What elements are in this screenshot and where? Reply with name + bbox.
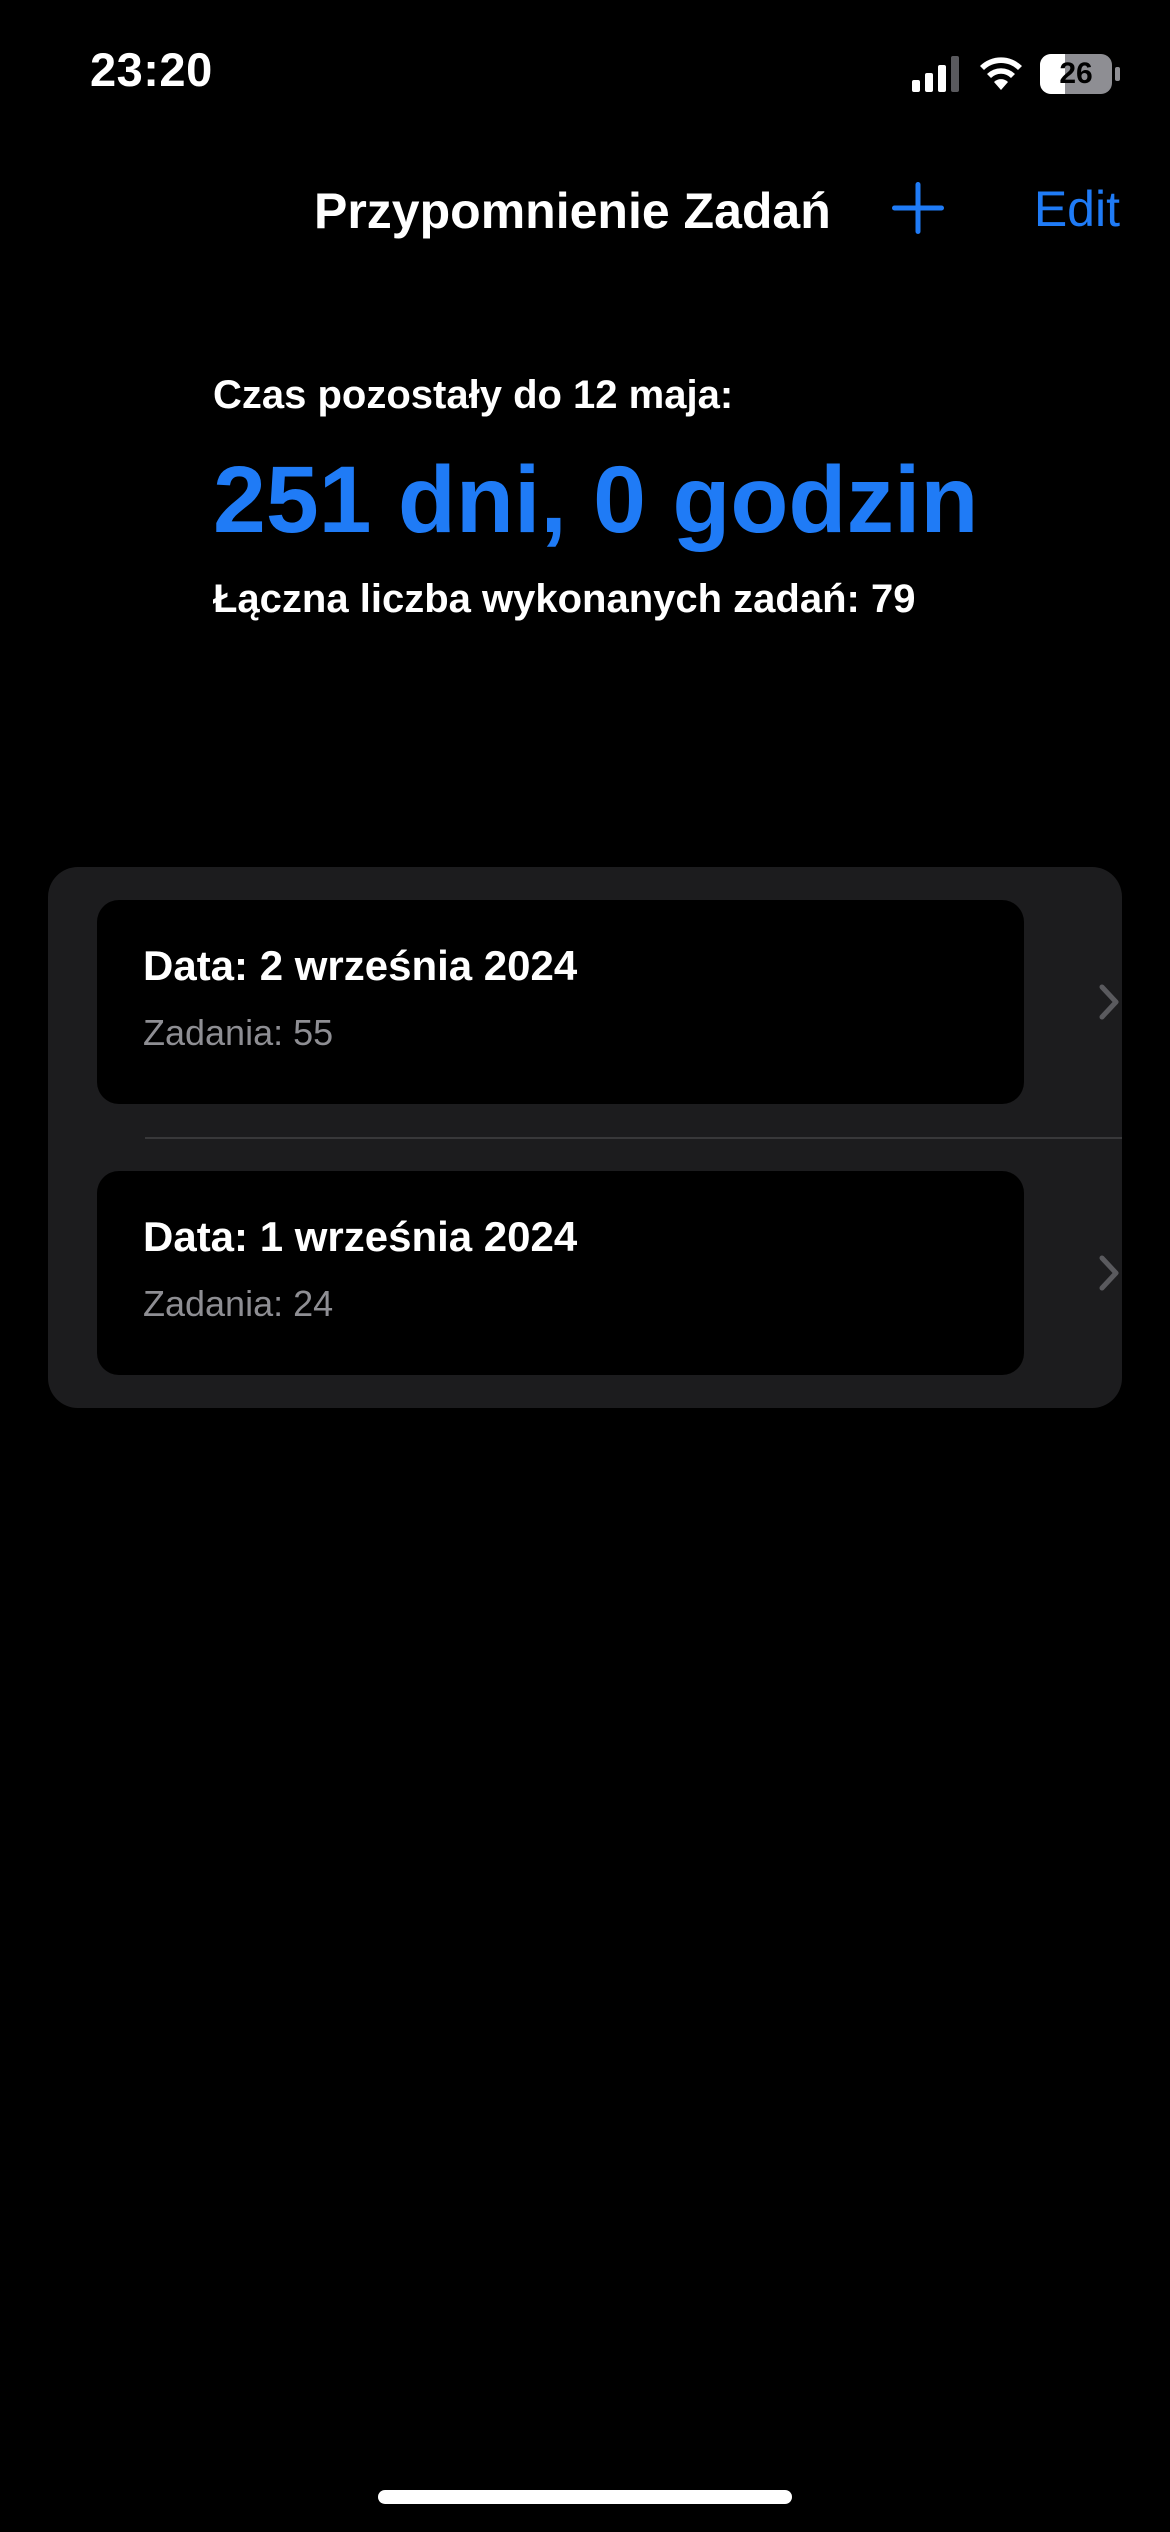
add-button[interactable] [888,178,948,238]
entry-task-count: Zadania: 55 [143,1012,334,1053]
entry-date: Data: 2 września 2024 [143,942,578,989]
status-time: 23:20 [90,43,213,96]
navigation-bar: Przypomnienie Zadań Edit [0,160,1170,260]
countdown-label: Czas pozostały do 12 maja: [213,373,734,417]
edit-button[interactable]: Edit [1034,180,1120,238]
chevron-right-icon [1099,1255,1119,1291]
entry-card: Data: 2 września 2024 Zadania: 55 [97,900,1024,1104]
entry-date: Data: 1 września 2024 [143,1213,578,1260]
chevron-right-icon [1099,984,1119,1020]
list-item[interactable]: Data: 1 września 2024 Zadania: 24 [48,1138,1122,1409]
list-item[interactable]: Data: 2 września 2024 Zadania: 55 [48,867,1122,1138]
entries-list: Data: 2 września 2024 Zadania: 55 Data: … [48,867,1122,1408]
battery-level: 26 [1059,57,1093,90]
completed-tasks-total: Łączna liczba wykonanych zadań: 79 [213,577,916,621]
battery-icon: 26 [1040,54,1120,94]
signal-icon [912,56,962,92]
entry-card: Data: 1 września 2024 Zadania: 24 [97,1171,1024,1375]
countdown-summary: Czas pozostały do 12 maja: 251 dni, 0 go… [213,365,1113,629]
plus-icon [892,182,944,234]
status-bar: 23:20 26 [0,0,1170,150]
nav-title: Przypomnienie Zadań [314,183,831,239]
entry-task-count: Zadania: 24 [143,1283,334,1324]
countdown-value: 251 dni, 0 godzin [213,447,979,553]
wifi-icon [978,56,1024,92]
home-indicator[interactable] [378,2490,792,2504]
status-icons: 26 [912,50,1120,98]
